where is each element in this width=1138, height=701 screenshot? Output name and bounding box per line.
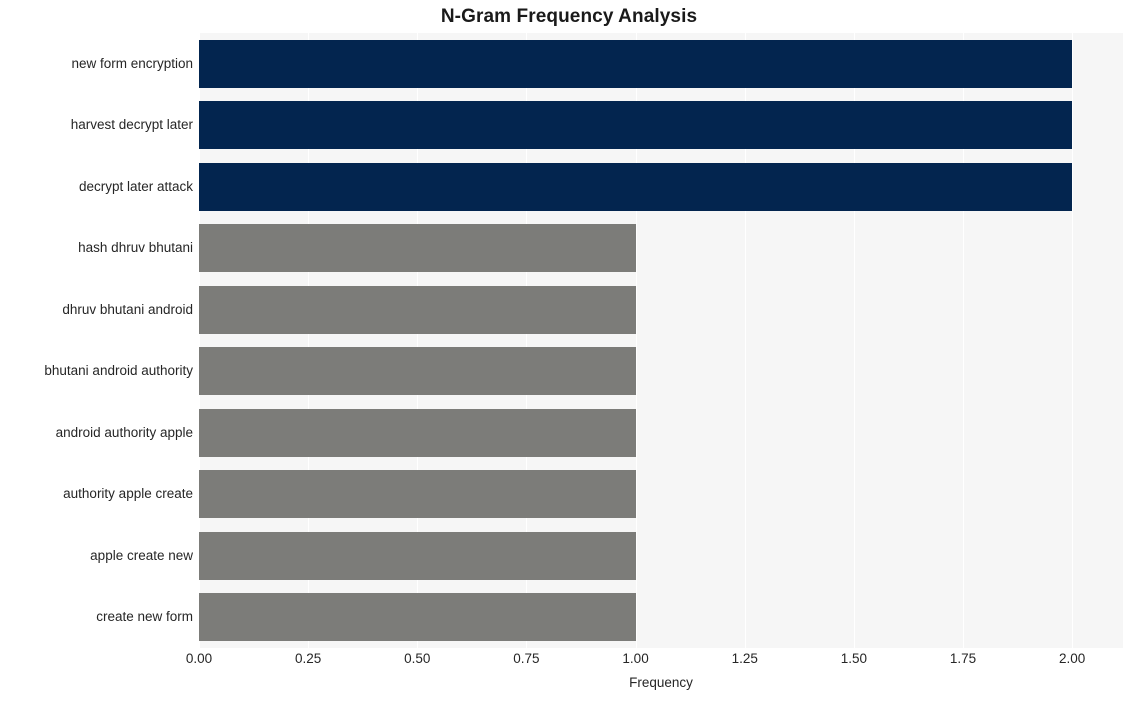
bar[interactable] bbox=[199, 285, 636, 334]
y-axis-tick-label: authority apple create bbox=[63, 486, 193, 502]
x-axis-tick-label: 0.50 bbox=[404, 651, 431, 666]
chart-title: N-Gram Frequency Analysis bbox=[440, 6, 698, 27]
bar[interactable] bbox=[199, 224, 636, 273]
bar[interactable] bbox=[199, 470, 636, 519]
y-axis-tick-label: new form encryption bbox=[71, 55, 193, 71]
x-axis-tick-label: 1.25 bbox=[731, 651, 758, 666]
x-axis-tick-label: 1.75 bbox=[949, 651, 977, 666]
x-axis-tick-label: 0.00 bbox=[185, 651, 213, 666]
bar[interactable] bbox=[199, 408, 636, 457]
y-axis-tick-label: android authority apple bbox=[55, 424, 193, 440]
x-axis-tick-label: 0.75 bbox=[513, 651, 540, 666]
x-axis-tick-labels: 0.00 0.25 0.50 0.75 1.00 1.25 1.50 1.75 2.00 bbox=[0, 652, 1138, 674]
bar[interactable] bbox=[199, 162, 1073, 211]
y-axis-tick-labels: new form encryption harvest decrypt later… bbox=[0, 33, 193, 648]
x-axis-tick-label: 2.00 bbox=[1058, 651, 1086, 666]
bar[interactable] bbox=[199, 593, 636, 642]
x-axis-tick-label: 0.25 bbox=[295, 651, 322, 666]
y-axis-tick-label: decrypt later attack bbox=[78, 178, 193, 194]
x-axis-title: Frequency bbox=[629, 675, 693, 690]
plot-area bbox=[199, 33, 1123, 648]
x-axis-tick-label: 1.50 bbox=[840, 651, 867, 666]
y-axis-tick-label: dhruv bhutani android bbox=[62, 301, 193, 317]
y-axis-tick-label: hash dhruv bhutani bbox=[78, 240, 193, 256]
bar[interactable] bbox=[199, 347, 636, 396]
x-axis-tick-label: 1.00 bbox=[622, 651, 649, 666]
bar[interactable] bbox=[199, 39, 1073, 88]
y-axis-tick-label: create new form bbox=[96, 609, 193, 625]
y-axis-tick-label: bhutani android authority bbox=[44, 363, 193, 379]
y-axis-tick-label: apple create new bbox=[90, 547, 193, 563]
bar[interactable] bbox=[199, 531, 636, 580]
bar[interactable] bbox=[199, 101, 1073, 150]
chart-figure: N-Gram Frequency Analysis new form encry… bbox=[0, 0, 1138, 701]
bar-series bbox=[199, 33, 1123, 648]
y-axis-tick-label: harvest decrypt later bbox=[70, 117, 193, 133]
